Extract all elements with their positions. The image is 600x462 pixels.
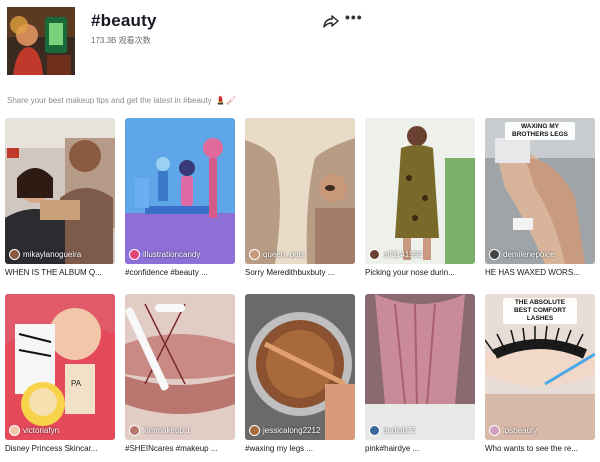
video-caption[interactable]: pink#hairdye ... — [365, 444, 475, 453]
video-author[interactable]: demilenepoice — [489, 249, 555, 260]
author-avatar — [9, 425, 20, 436]
svg-text:PA: PA — [71, 379, 82, 388]
author-username: ipsbeauty — [503, 426, 538, 435]
description-emoji: 💄🖌 — [215, 96, 236, 105]
video-caption[interactable]: #confidence #beauty ... — [125, 268, 235, 277]
author-username: mikaylanogueira — [23, 250, 82, 259]
video-thumbnail[interactable]: mikaylanogueira — [5, 118, 115, 264]
video-caption[interactable]: WHEN IS THE ALBUM Q... — [5, 268, 115, 277]
author-avatar — [369, 249, 380, 260]
video-card[interactable]: queen_peul Sorry Meredithbuxbuty ... — [245, 118, 355, 277]
video-card[interactable]: mikaylanogueira WHEN IS THE ALBUM Q... — [5, 118, 115, 277]
video-caption[interactable]: #waxing my legs ... — [245, 444, 355, 453]
video-author[interactable]: jessicalong2212 — [249, 425, 320, 436]
video-thumbnail[interactable]: illustrationcandy — [125, 118, 235, 264]
video-caption[interactable]: Sorry Meredithbuxbuty ... — [245, 268, 355, 277]
video-thumbnail[interactable]: THE ABSOLUTE BEST COMFORT LASHES ipsbeau… — [485, 294, 595, 440]
author-avatar — [369, 425, 380, 436]
video-thumbnail[interactable]: PA victoriafyn — [5, 294, 115, 440]
video-thumbnail[interactable]: kimmakeup.1 — [125, 294, 235, 440]
author-avatar — [129, 249, 140, 260]
author-avatar — [489, 425, 500, 436]
hashtag-description: Share your best makeup tips and get the … — [7, 96, 236, 105]
video-card[interactable]: jessicalong2212 #waxing my legs ... — [245, 294, 355, 453]
video-author[interactable]: badia073 — [369, 425, 416, 436]
author-username: jessicalong2212 — [263, 426, 321, 435]
author-username: demilenepoice — [503, 250, 555, 259]
author-avatar — [249, 249, 260, 260]
video-author[interactable]: victoriafyn — [9, 425, 59, 436]
author-username: badia073 — [383, 426, 416, 435]
hashtag-title: #beauty — [91, 11, 157, 30]
hashtag-header: #beauty 173.3B 观看次数 ••• — [7, 7, 593, 79]
video-thumbnail[interactable]: queen_peul — [245, 118, 355, 264]
video-caption[interactable]: Picking your nose durin... — [365, 268, 475, 277]
author-avatar — [489, 249, 500, 260]
more-horizontal-icon[interactable]: ••• — [345, 10, 363, 27]
author-avatar — [129, 425, 140, 436]
video-author[interactable]: kimmakeup.1 — [129, 425, 191, 436]
hashtag-cover-image — [7, 7, 75, 75]
video-thumbnail[interactable]: jessicalong2212 — [245, 294, 355, 440]
video-author[interactable]: mikaylanogueira — [9, 249, 81, 260]
video-overlay-text: THE ABSOLUTE BEST COMFORT LASHES — [503, 298, 577, 324]
video-card[interactable]: badia073 pink#hairdye ... — [365, 294, 475, 453]
author-username: victoriafyn — [23, 426, 60, 435]
video-author[interactable]: elf3141592 — [369, 249, 423, 260]
video-thumbnail[interactable]: WAXING MY BROTHERS LEGS demilenepoice — [485, 118, 595, 264]
video-author[interactable]: illustrationcandy — [129, 249, 200, 260]
video-thumbnail[interactable]: elf3141592 — [365, 118, 475, 264]
author-username: illustrationcandy — [143, 250, 201, 259]
video-card[interactable]: PA victoriafyn Disney Princess Skincar..… — [5, 294, 115, 453]
video-author[interactable]: queen_peul — [249, 249, 305, 260]
video-caption[interactable]: #SHEINcares #makeup ... — [125, 444, 235, 453]
share-icon[interactable] — [323, 13, 339, 29]
author-username: elf3141592 — [383, 250, 423, 259]
video-card[interactable]: elf3141592 Picking your nose durin... — [365, 118, 475, 277]
video-card[interactable]: kimmakeup.1 #SHEINcares #makeup ... — [125, 294, 235, 453]
author-avatar — [249, 425, 260, 436]
video-author[interactable]: ipsbeauty — [489, 425, 537, 436]
video-card[interactable]: illustrationcandy #confidence #beauty ..… — [125, 118, 235, 277]
video-card[interactable]: WAXING MY BROTHERS LEGS demilenepoice HE… — [485, 118, 595, 277]
video-card[interactable]: THE ABSOLUTE BEST COMFORT LASHES ipsbeau… — [485, 294, 595, 453]
video-caption[interactable]: Disney Princess Skincar... — [5, 444, 115, 453]
author-avatar — [9, 249, 20, 260]
description-text: Share your best makeup tips and get the … — [7, 96, 212, 105]
author-username: queen_peul — [263, 250, 305, 259]
view-count: 173.3B 观看次数 — [91, 36, 151, 45]
video-caption[interactable]: HE HAS WAXED WORS... — [485, 268, 595, 277]
video-thumbnail[interactable]: badia073 — [365, 294, 475, 440]
author-username: kimmakeup.1 — [143, 426, 191, 435]
video-overlay-text: WAXING MY BROTHERS LEGS — [505, 122, 575, 140]
video-caption[interactable]: Who wants to see the re... — [485, 444, 595, 453]
